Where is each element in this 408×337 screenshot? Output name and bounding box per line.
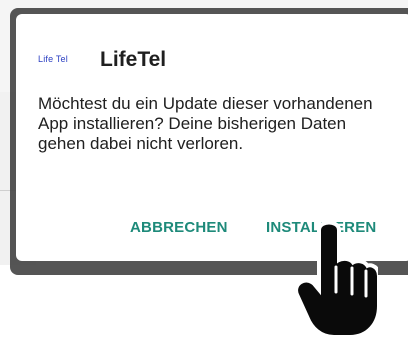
app-logo: Life Tel (38, 54, 68, 64)
dialog-title: LifeTel (100, 48, 167, 71)
dialog-message: Möchtest du ein Update dieser vorhandene… (38, 94, 373, 153)
screen: Life Tel LifeTel Möchtest du ein Update … (0, 0, 408, 337)
hand-pointer-icon (296, 222, 378, 337)
cancel-button[interactable]: ABBRECHEN (130, 218, 228, 238)
